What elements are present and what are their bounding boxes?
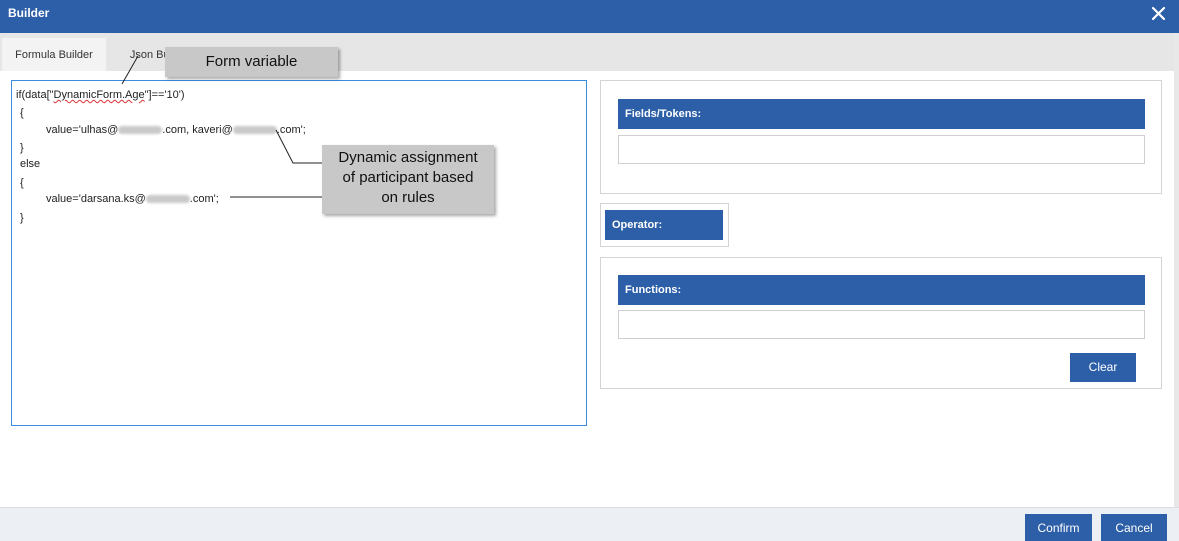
tab-formula-builder[interactable]: Formula Builder xyxy=(2,38,106,71)
callout-text: Dynamic assignment xyxy=(338,149,478,166)
callout-text: of participant based xyxy=(342,169,474,186)
operator-header: Operator: xyxy=(605,210,723,240)
code-line-condition: if(data["DynamicForm.Age"]=='10') xyxy=(16,89,185,101)
form-variable-token: DynamicForm.Age xyxy=(53,89,145,101)
code-text: .com, kaveri@ xyxy=(162,124,233,136)
code-line-close-brace: } xyxy=(20,212,24,224)
redacted-domain xyxy=(118,126,163,135)
code-line-open-brace: { xyxy=(20,177,24,189)
code-line-assignment-else: value='darsana.ks@ .com'; xyxy=(46,193,219,205)
dialog-right-edge xyxy=(1174,33,1179,507)
fields-tokens-panel: Fields/Tokens: xyxy=(600,80,1162,194)
operator-panel: Operator: xyxy=(600,203,729,247)
code-line-close-brace: } xyxy=(20,142,24,154)
clear-button[interactable]: Clear xyxy=(1070,353,1136,382)
dialog-footer: Confirm Cancel xyxy=(0,507,1179,541)
confirm-button[interactable]: Confirm xyxy=(1025,514,1092,541)
code-text: .com'; xyxy=(189,193,219,205)
functions-panel: Functions: Clear xyxy=(600,257,1162,389)
callout-dynamic-assignment: Dynamic assignment of participant based … xyxy=(322,145,494,214)
cancel-button[interactable]: Cancel xyxy=(1101,514,1167,541)
callout-text: on rules xyxy=(381,189,435,206)
functions-input[interactable] xyxy=(618,310,1145,339)
code-text: value='ulhas@ xyxy=(46,124,119,136)
functions-header: Functions: xyxy=(618,275,1145,305)
fields-tokens-input[interactable] xyxy=(618,135,1145,164)
code-text: if(data[" xyxy=(16,89,54,101)
dialog-title: Builder xyxy=(8,6,50,20)
redacted-domain xyxy=(232,126,277,135)
title-bar: Builder xyxy=(0,0,1179,33)
formula-editor[interactable]: if(data["DynamicForm.Age"]=='10') { valu… xyxy=(11,80,587,426)
fields-tokens-header: Fields/Tokens: xyxy=(618,99,1145,129)
builder-dialog: Builder Formula Builder Json Bui if(data… xyxy=(0,0,1179,541)
redacted-domain xyxy=(145,195,190,204)
code-line-else: else xyxy=(20,158,41,170)
code-text: .com'; xyxy=(276,124,306,136)
code-line-open-brace: { xyxy=(20,107,24,119)
callout-form-variable: Form variable xyxy=(165,47,338,77)
code-line-assignment-if: value='ulhas@ .com, kaveri@ .com'; xyxy=(46,124,306,136)
close-icon[interactable] xyxy=(1147,2,1171,26)
code-text: "]=='10') xyxy=(144,89,185,101)
code-text: value='darsana.ks@ xyxy=(46,193,146,205)
